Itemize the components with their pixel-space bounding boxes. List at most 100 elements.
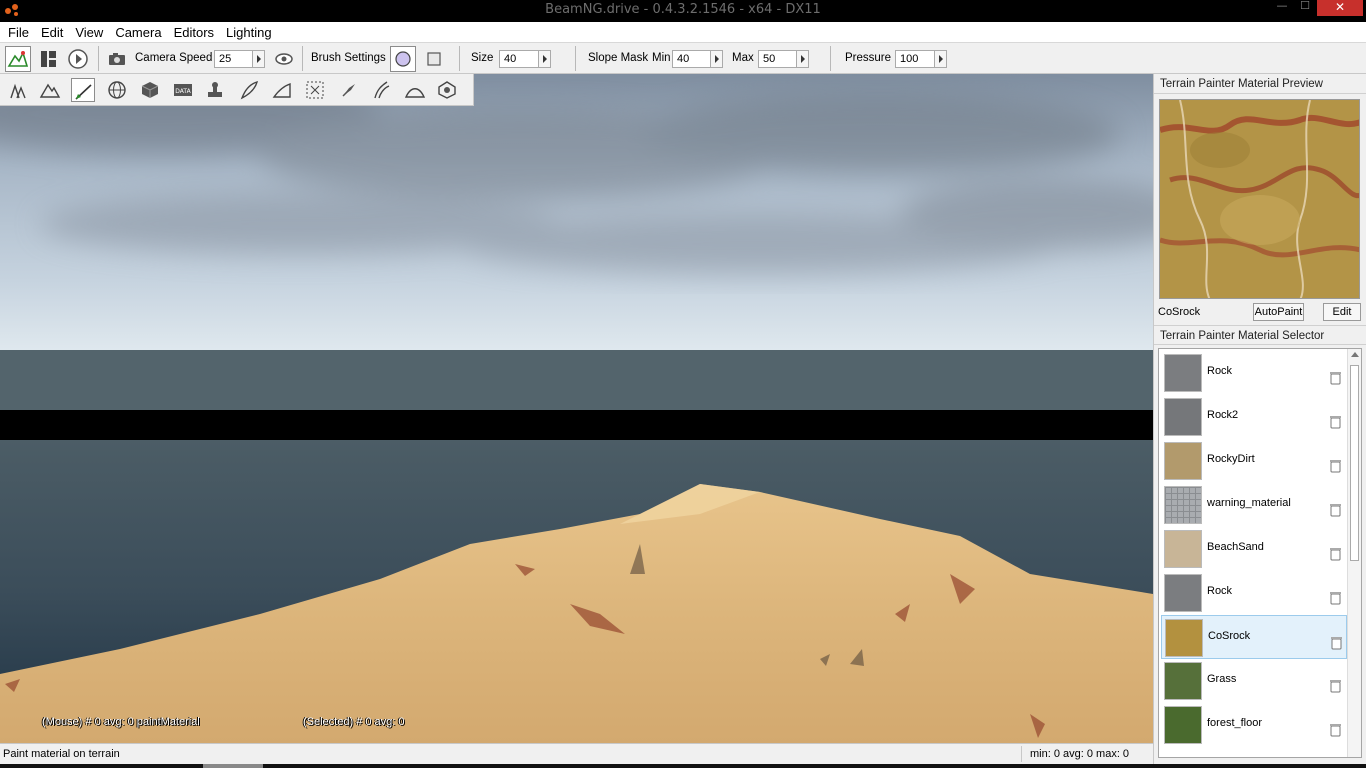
material-item-selected[interactable]: CoSrock	[1161, 615, 1347, 659]
material-item[interactable]: warning_material	[1161, 483, 1347, 527]
scrollbar-thumb[interactable]	[1350, 365, 1359, 561]
material-preview-title: Terrain Painter Material Preview	[1154, 74, 1366, 94]
camera-speed-arrow-icon[interactable]	[252, 51, 264, 67]
size-input[interactable]: 40	[499, 50, 551, 68]
tool-terrain[interactable]	[38, 78, 62, 102]
world-editor-button[interactable]	[5, 46, 31, 72]
material-item[interactable]: Rock	[1161, 351, 1347, 395]
material-item[interactable]: forest_floor	[1161, 703, 1347, 747]
tool-select[interactable]	[303, 78, 327, 102]
globe-icon	[108, 81, 126, 99]
trash-icon[interactable]	[1330, 591, 1341, 605]
slope-min-input[interactable]: 40	[672, 50, 723, 68]
material-thumbnail	[1164, 398, 1202, 436]
play-button[interactable]	[65, 46, 91, 72]
material-thumbnail	[1164, 662, 1202, 700]
tool-sphere[interactable]	[435, 78, 459, 102]
gui-editor-button[interactable]	[35, 46, 61, 72]
trash-icon[interactable]	[1330, 679, 1341, 693]
cube-icon	[141, 82, 159, 98]
tool-pin[interactable]	[337, 78, 361, 102]
trash-icon[interactable]	[1330, 723, 1341, 737]
circle-brush-icon	[395, 51, 411, 67]
material-thumbnail	[1164, 354, 1202, 392]
status-bar: Paint material on terrain min: 0 avg: 0 …	[0, 743, 1153, 764]
min-label: Min	[652, 52, 671, 64]
material-selector-title: Terrain Painter Material Selector	[1154, 325, 1366, 345]
terrain-scene	[0, 74, 1153, 743]
slope-min-arrow-icon[interactable]	[710, 51, 722, 67]
play-icon	[68, 49, 88, 69]
camera-speed-input[interactable]: 25	[214, 50, 265, 68]
camera-button[interactable]	[104, 46, 130, 72]
scroll-up-icon[interactable]	[1351, 352, 1359, 357]
trash-icon[interactable]	[1330, 459, 1341, 473]
menu-lighting[interactable]: Lighting	[222, 22, 276, 40]
tool-object[interactable]	[138, 78, 162, 102]
title-bar: BeamNG.drive - 0.4.3.2.1546 - x64 - DX11…	[0, 0, 1366, 22]
tool-road[interactable]	[369, 78, 393, 102]
material-item[interactable]: Grass	[1161, 659, 1347, 703]
trash-icon[interactable]	[1330, 415, 1341, 429]
close-button[interactable]: ✕	[1317, 0, 1363, 16]
trash-icon[interactable]	[1331, 636, 1342, 650]
maximize-button[interactable]: ☐	[1292, 0, 1318, 14]
trash-icon[interactable]	[1330, 371, 1341, 385]
material-item[interactable]: RockyDirt	[1161, 439, 1347, 483]
3d-viewport[interactable]	[0, 74, 1153, 743]
eye-icon	[275, 53, 293, 65]
menu-camera[interactable]: Camera	[111, 22, 165, 40]
mountain-icon	[39, 83, 61, 98]
brush-square-button[interactable]	[421, 46, 447, 72]
tool-stamp[interactable]	[203, 78, 227, 102]
svg-text:DATA: DATA	[175, 88, 191, 95]
trash-icon[interactable]	[1330, 547, 1341, 561]
visibility-button[interactable]	[271, 46, 297, 72]
trash-icon[interactable]	[1330, 503, 1341, 517]
pressure-input[interactable]: 100	[895, 50, 947, 68]
brush-circle-button[interactable]	[390, 46, 416, 72]
slope-max-arrow-icon[interactable]	[796, 51, 808, 67]
tool-ramp[interactable]	[270, 78, 294, 102]
stamp-icon	[208, 82, 222, 97]
road-icon	[374, 81, 390, 99]
material-label: CoSrock	[1208, 630, 1251, 642]
toolbar-separator	[302, 46, 303, 71]
autopaint-button[interactable]: AutoPaint	[1253, 303, 1304, 321]
toolbar-separator	[98, 46, 99, 71]
tool-feather[interactable]	[237, 78, 261, 102]
terrain-tools-bar: DATA	[0, 74, 474, 106]
preview-material-name: CoSrock	[1158, 306, 1201, 318]
pressure-arrow-icon[interactable]	[934, 51, 946, 67]
menu-edit[interactable]: Edit	[37, 22, 67, 40]
material-label: Rock	[1207, 585, 1233, 597]
bottom-strip	[0, 764, 1366, 768]
menu-view[interactable]: View	[71, 22, 107, 40]
material-thumbnail	[1164, 486, 1202, 524]
edit-material-button[interactable]: Edit	[1323, 303, 1361, 321]
tool-paint-material[interactable]	[71, 78, 95, 102]
pin-icon	[342, 84, 355, 97]
material-thumbnail	[1164, 706, 1202, 744]
material-item[interactable]: Rock	[1161, 571, 1347, 615]
tool-hill[interactable]	[403, 78, 427, 102]
material-item[interactable]: BeachSand	[1161, 527, 1347, 571]
menu-bar: File Edit View Camera Editors Lighting	[0, 22, 1366, 43]
feather-icon	[240, 80, 259, 100]
material-label: Grass	[1207, 673, 1237, 685]
menu-file[interactable]: File	[4, 22, 33, 40]
camera-speed-label: Camera Speed	[135, 52, 213, 64]
tool-data[interactable]: DATA	[171, 78, 195, 102]
size-arrow-icon[interactable]	[538, 51, 550, 67]
material-list[interactable]: Rock Rock2 RockyDirt warning_material Be…	[1158, 348, 1362, 758]
tool-add-tree[interactable]	[5, 78, 29, 102]
tool-globe[interactable]	[105, 78, 129, 102]
slope-max-input[interactable]: 50	[758, 50, 809, 68]
material-list-scrollbar[interactable]	[1347, 349, 1361, 757]
toolbar-separator	[459, 46, 460, 71]
slope-mask-label: Slope Mask	[588, 52, 649, 64]
ramp-icon	[272, 83, 291, 98]
material-item[interactable]: Rock2	[1161, 395, 1347, 439]
menu-editors[interactable]: Editors	[170, 22, 218, 40]
right-panel: Terrain Painter Material Preview CoSrock…	[1153, 74, 1366, 764]
